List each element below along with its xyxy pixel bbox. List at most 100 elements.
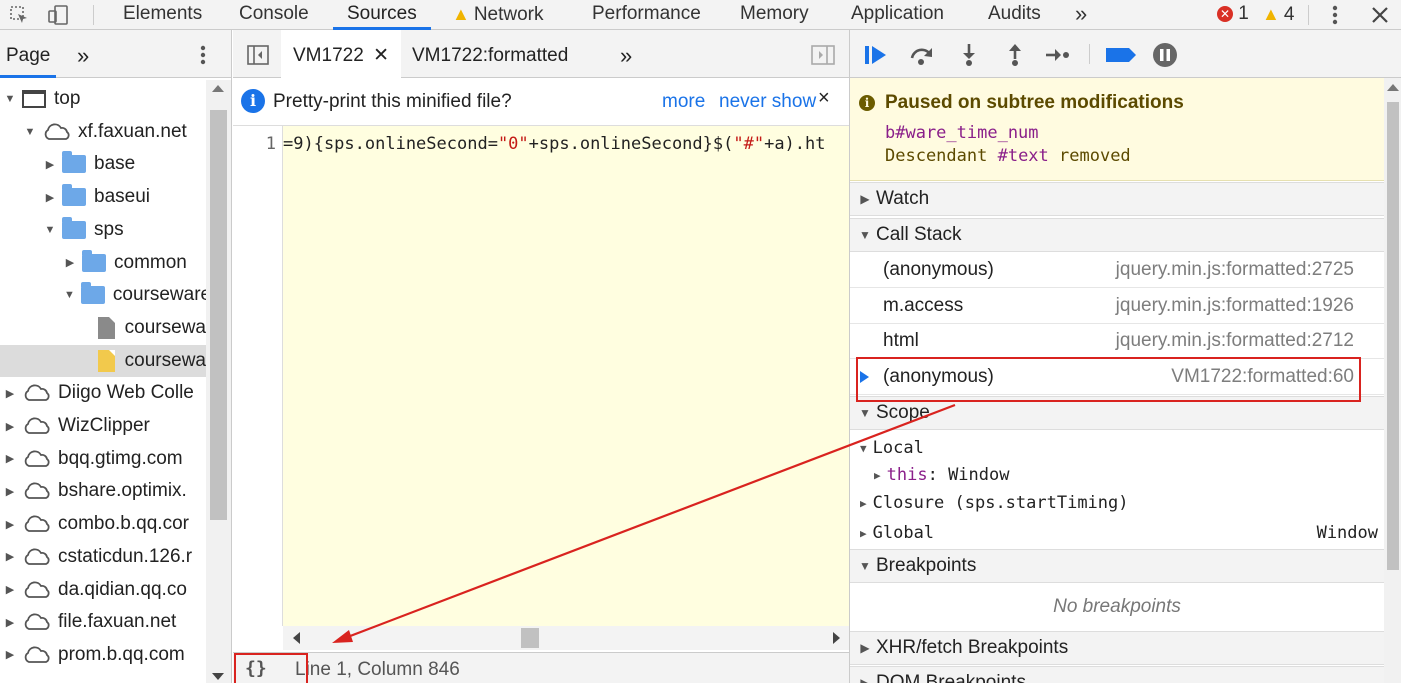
tree-item[interactable]: coursewa [0, 344, 206, 377]
navigator-menu-icon[interactable] [200, 44, 206, 72]
call-stack-frame[interactable]: m.access jquery.min.js:formatted:1926 [850, 289, 1384, 324]
expand-down-icon: ▼ [44, 223, 56, 236]
scroll-left-icon[interactable] [293, 632, 300, 644]
code-editor[interactable]: 1 =9){sps.onlineSecond="0"+sps.onlineSec… [233, 126, 849, 626]
dom-breakpoints-section-header[interactable]: ▶ DOM Breakpoints [850, 666, 1384, 683]
frame-function-name: (anonymous) [883, 365, 994, 387]
tree-item[interactable]: ▼ top [0, 83, 206, 115]
editor-more-tabs-button[interactable]: » [620, 30, 632, 78]
scrollbar-thumb[interactable] [1387, 102, 1399, 570]
cloud-icon [22, 384, 52, 402]
expand-right-icon: ▶ [5, 485, 15, 498]
error-counter[interactable]: ✕ 1 [1217, 0, 1249, 30]
tree-item[interactable]: ▶ Diigo Web Colle [0, 377, 206, 409]
editor-tab-vm1722-formatted[interactable]: VM1722:formatted [412, 30, 568, 78]
editor-tab-vm1722[interactable]: VM1722 ✕ [281, 30, 401, 78]
tab-memory[interactable]: Memory [740, 0, 809, 30]
breakpoints-label: Breakpoints [876, 555, 977, 576]
tree-item[interactable]: ▶ prom.b.qq.com [0, 639, 206, 671]
tree-item[interactable]: ▶ da.qidian.qq.co [0, 574, 206, 606]
scroll-right-icon[interactable] [833, 632, 840, 644]
toggle-debugger-icon[interactable] [811, 45, 835, 71]
tree-item-label: xf.faxuan.net [78, 120, 187, 142]
tab-elements[interactable]: Elements [123, 0, 202, 30]
scroll-up-icon[interactable] [212, 85, 224, 92]
inspect-element-icon[interactable] [6, 0, 32, 30]
more-tabs-button[interactable]: » [1075, 0, 1087, 30]
navigator-header: Page » [0, 30, 231, 78]
scope-local[interactable]: ▼ Local [860, 434, 924, 462]
scope-global[interactable]: ▶ Global Window [860, 519, 1378, 547]
tree-item[interactable]: ▶ WizClipper [0, 410, 206, 442]
scrollbar-thumb[interactable] [521, 628, 539, 648]
tree-item[interactable]: ▶ common [0, 247, 206, 279]
navigator-scrollbar[interactable] [206, 80, 231, 683]
tab-sources[interactable]: Sources [333, 0, 431, 30]
call-stack-frame[interactable]: (anonymous) jquery.min.js:formatted:2725 [850, 253, 1384, 288]
tree-item[interactable]: ▶ bshare.optimix. [0, 475, 206, 507]
folder-icon [80, 282, 105, 305]
scope-this[interactable]: ▶ this: Window [874, 461, 1009, 489]
frame-location-link[interactable]: jquery.min.js:formatted:1926 [1116, 295, 1354, 317]
xhr-breakpoints-section-header[interactable]: ▶ XHR/fetch Breakpoints [850, 631, 1384, 665]
close-devtools-icon[interactable] [1366, 0, 1394, 30]
warning-counter[interactable]: ▲ 4 [1262, 0, 1294, 30]
tree-item[interactable]: ▼ sps [0, 214, 206, 246]
tree-item[interactable]: ▼ courseware [0, 279, 206, 311]
tree-item[interactable]: ▶ combo.b.qq.cor [0, 508, 206, 540]
call-stack-frame[interactable]: html jquery.min.js:formatted:2712 [850, 324, 1384, 359]
resume-icon[interactable] [862, 42, 890, 68]
tree-item[interactable]: ▶ file.faxuan.net [0, 606, 206, 638]
code-line[interactable]: =9){sps.onlineSecond="0"+sps.onlineSecon… [283, 134, 826, 154]
more-link[interactable]: more [662, 91, 705, 113]
no-breakpoints-message: No breakpoints [1053, 596, 1181, 617]
tree-item[interactable]: ▶ cstaticdun.126.r [0, 541, 206, 573]
frame-location-link[interactable]: VM1722:formatted:60 [1171, 366, 1354, 388]
pretty-print-button[interactable]: {} [245, 658, 267, 679]
tree-item[interactable]: ▶ base [0, 148, 206, 180]
call-stack-frame[interactable]: (anonymous) VM1722:formatted:60 [850, 360, 1384, 395]
code-token: +sps.onlineSecond}$( [528, 134, 734, 154]
tab-network[interactable]: ▲ Network [452, 0, 544, 30]
never-show-link[interactable]: never show [719, 91, 816, 113]
expand-right-icon: ▶ [860, 496, 867, 510]
scroll-up-icon[interactable] [1387, 84, 1399, 91]
step-into-icon[interactable] [955, 42, 983, 68]
info-icon: i [859, 95, 875, 111]
toggle-navigator-icon[interactable] [247, 45, 269, 71]
tree-item[interactable]: ▶ bqq.gtimg.com [0, 443, 206, 475]
tab-console[interactable]: Console [239, 0, 309, 30]
tab-page[interactable]: Page [0, 30, 57, 78]
tree-item[interactable]: ▶ baseui [0, 181, 206, 213]
breakpoints-section-header[interactable]: ▼ Breakpoints [850, 549, 1384, 583]
tree-item-label: common [114, 251, 187, 273]
tree-item-label: da.qidian.qq.co [58, 578, 187, 600]
watch-section-header[interactable]: ▶ Watch [850, 182, 1384, 216]
navigator-more-button[interactable]: » [77, 30, 89, 78]
scrollbar-thumb[interactable] [210, 110, 227, 520]
debugger-scrollbar[interactable] [1384, 78, 1401, 683]
editor-horizontal-scrollbar[interactable] [283, 626, 849, 650]
tab-audits[interactable]: Audits [988, 0, 1041, 30]
deactivate-breakpoints-icon[interactable] [1104, 42, 1138, 68]
close-tab-icon[interactable]: ✕ [373, 45, 389, 66]
frame-location-link[interactable]: jquery.min.js:formatted:2712 [1116, 330, 1354, 352]
infobar-close-icon[interactable]: × [818, 87, 830, 110]
paused-node[interactable]: b#ware_time_num [885, 123, 1039, 143]
tree-item[interactable]: ▼ xf.faxuan.net [0, 116, 206, 148]
scroll-down-icon[interactable] [212, 673, 224, 680]
step-over-icon[interactable] [908, 42, 936, 68]
pause-on-exceptions-icon[interactable] [1151, 42, 1179, 68]
step-out-icon[interactable] [1001, 42, 1029, 68]
frame-location-link[interactable]: jquery.min.js:formatted:2725 [1116, 259, 1354, 281]
scope-section-header[interactable]: ▼ Scope [850, 396, 1384, 430]
step-icon[interactable] [1044, 42, 1072, 68]
kebab-menu-icon[interactable] [1325, 0, 1345, 30]
device-toolbar-icon[interactable] [44, 0, 74, 30]
tree-item[interactable]: coursewa [0, 312, 206, 344]
tab-performance[interactable]: Performance [592, 0, 701, 30]
call-stack-section-header[interactable]: ▼ Call Stack [850, 218, 1384, 252]
tab-application[interactable]: Application [851, 0, 944, 30]
scope-closure[interactable]: ▶ Closure (sps.startTiming) [860, 489, 1129, 517]
infobar-message: Pretty-print this minified file? [273, 91, 512, 112]
